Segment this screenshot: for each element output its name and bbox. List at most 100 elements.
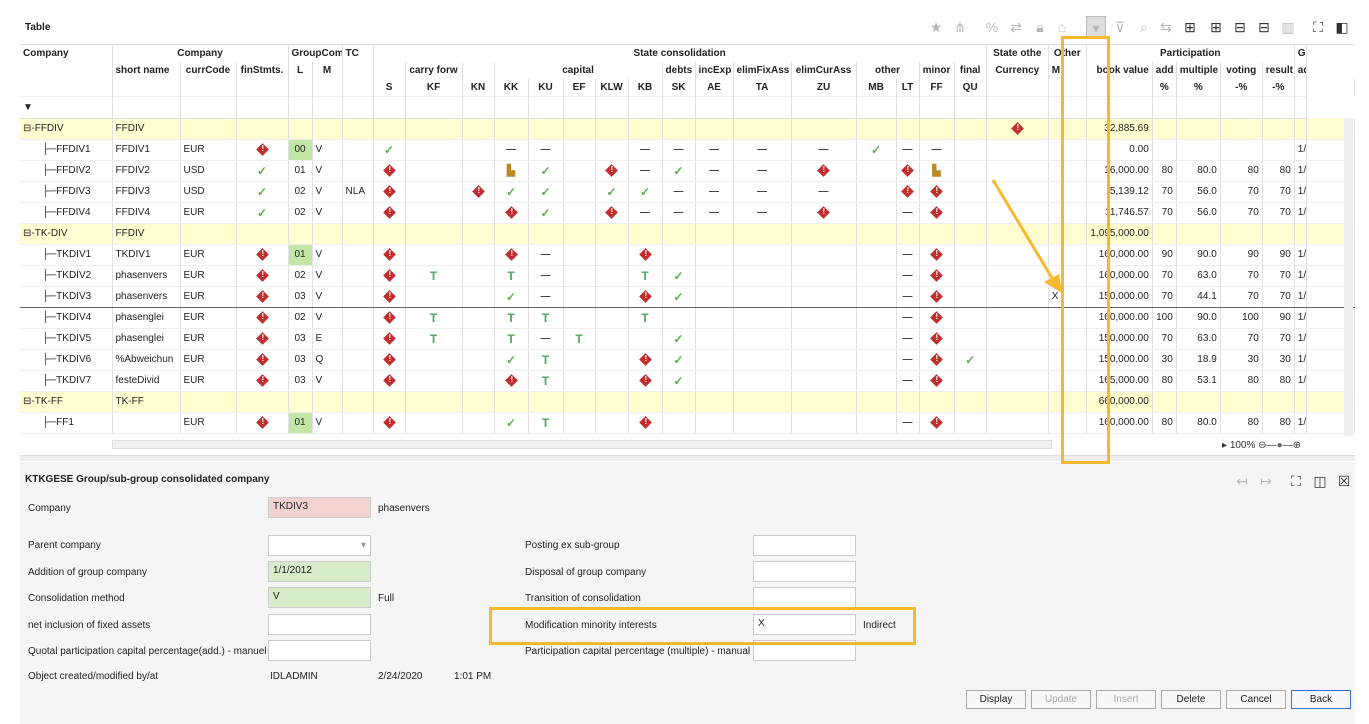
- col-participation[interactable]: Participation: [1086, 45, 1295, 62]
- filter-cell[interactable]: [494, 95, 529, 119]
- filter-cell[interactable]: [236, 95, 289, 119]
- filter-cell[interactable]: [312, 95, 343, 119]
- tree-node[interactable]: ⊟-FFDIV: [20, 118, 113, 140]
- table-row[interactable]: ├─TKDIV1TKDIV1EUR01V——160,000.009090.090…: [20, 244, 1355, 266]
- tree-node[interactable]: ⊟-TK-DIV: [20, 223, 113, 245]
- code-zu[interactable]: ZU: [791, 79, 857, 96]
- expand-icon[interactable]: ⊞: [1206, 16, 1226, 38]
- tree-node[interactable]: ├─TKDIV2: [20, 265, 113, 287]
- panel-toggle-icon[interactable]: ◧: [1332, 16, 1352, 38]
- table-row[interactable]: ├─FFDIV2FFDIV2USD✓01V▙✓—✓——▙16,000.00808…: [20, 160, 1355, 182]
- filter-cell[interactable]: [1176, 95, 1221, 119]
- code-ef[interactable]: EF: [563, 79, 596, 96]
- code-ku[interactable]: KU: [528, 79, 564, 96]
- sub-elimcurass[interactable]: elimCurAss: [791, 62, 857, 79]
- filter-cell[interactable]: [954, 95, 987, 119]
- tree-node[interactable]: ├─FFDIV1: [20, 139, 113, 161]
- col-gr[interactable]: Gr: [1294, 45, 1307, 62]
- table-row[interactable]: ├─TKDIV4phasengleiEUR02VTTTT—160,000.001…: [20, 307, 1355, 329]
- table-row[interactable]: ├─FFDIV4FFDIV4EUR✓02V✓—————11,746.577056…: [20, 202, 1355, 224]
- netinc-field[interactable]: [268, 614, 371, 635]
- filter-cell[interactable]: [896, 95, 920, 119]
- sub-currcode[interactable]: currCode: [180, 62, 237, 79]
- close-icon[interactable]: ☒: [1334, 470, 1354, 492]
- sub-multiple[interactable]: multiple: [1176, 62, 1221, 79]
- sub-minor[interactable]: minor: [919, 62, 955, 79]
- filter-cell[interactable]: [528, 95, 564, 119]
- collapse-tree-icon[interactable]: ⊟: [1254, 16, 1274, 38]
- filter-cell[interactable]: [662, 95, 696, 119]
- filter-cell[interactable]: [563, 95, 596, 119]
- collapse-icon[interactable]: ⊟: [1230, 16, 1250, 38]
- cancel-button[interactable]: Cancel: [1226, 690, 1286, 709]
- code-s[interactable]: S: [373, 79, 406, 96]
- filter-cell[interactable]: [791, 95, 857, 119]
- chart-icon[interactable]: ▥: [1278, 16, 1298, 38]
- sub-final[interactable]: final: [954, 62, 987, 79]
- filter-cell[interactable]: [288, 95, 313, 119]
- search-icon[interactable]: ⌕: [1134, 16, 1154, 38]
- code-ta[interactable]: TA: [733, 79, 792, 96]
- tree-node[interactable]: ├─FFDIV2: [20, 160, 113, 182]
- tree-node[interactable]: ├─TKDIV7: [20, 370, 113, 392]
- sub-add[interactable]: add: [1152, 62, 1177, 79]
- code-kb[interactable]: KB: [628, 79, 663, 96]
- company-field[interactable]: TKDIV3: [268, 497, 371, 518]
- addition-field[interactable]: 1/1/2012: [268, 561, 371, 582]
- posting-field[interactable]: [753, 535, 856, 556]
- sub-incexp[interactable]: incExp: [695, 62, 734, 79]
- quotal-field[interactable]: [268, 640, 371, 661]
- method-field[interactable]: V: [268, 587, 371, 608]
- col-tc[interactable]: TC: [342, 45, 374, 62]
- table-row[interactable]: ├─TKDIV5phasengleiEUR03ETT—T✓—150,000.00…: [20, 328, 1355, 350]
- filter-cell[interactable]: [595, 95, 629, 119]
- table-row[interactable]: ├─FFDIV1FFDIV1EUR00V✓———————✓——0.001/: [20, 139, 1355, 161]
- filter-cell[interactable]: [405, 95, 463, 119]
- filter-cell[interactable]: [733, 95, 792, 119]
- star-icon[interactable]: ★: [926, 16, 946, 38]
- tree-node[interactable]: ├─FFDIV4: [20, 202, 113, 224]
- sub-elimfixass[interactable]: elimFixAss: [733, 62, 792, 79]
- tree-node[interactable]: ⊟-TK-FF: [20, 391, 113, 413]
- maximize-icon[interactable]: ⛶: [1308, 16, 1328, 38]
- filter-clear-icon[interactable]: ⊽: [1110, 16, 1130, 38]
- tree-node[interactable]: ├─FFDIV3: [20, 181, 113, 203]
- filter-cell[interactable]: [112, 95, 181, 119]
- transfer-icon[interactable]: ⇆: [1156, 16, 1176, 38]
- tree-node[interactable]: ├─TKDIV4: [20, 307, 113, 329]
- sub-other[interactable]: other: [856, 62, 920, 79]
- code-lt[interactable]: LT: [896, 79, 920, 96]
- sub-debts[interactable]: debts: [662, 62, 696, 79]
- filter-cell[interactable]: [628, 95, 663, 119]
- parent-select[interactable]: ▾: [268, 535, 371, 556]
- table-row[interactable]: ├─TKDIV2phasenversEUR02VTT—T✓—160,000.00…: [20, 265, 1355, 287]
- code-kn[interactable]: KN: [462, 79, 495, 96]
- update-button[interactable]: Update: [1031, 690, 1091, 709]
- tree-node[interactable]: ├─TKDIV3: [20, 285, 113, 308]
- prev-icon[interactable]: ↤: [1232, 470, 1252, 492]
- filter-cell[interactable]: [986, 95, 1049, 119]
- code-kk[interactable]: KK: [494, 79, 529, 96]
- filter-cell[interactable]: [342, 95, 374, 119]
- table-row[interactable]: ├─FF1EUR01V✓T—160,000.008080.080801/: [20, 412, 1355, 434]
- table-row[interactable]: ├─TKDIV6%AbweichunEUR03Q✓T✓—✓150,000.003…: [20, 349, 1355, 371]
- filter-cell[interactable]: [1262, 95, 1295, 119]
- sub-l[interactable]: L: [288, 62, 313, 79]
- code-ff[interactable]: FF: [919, 79, 955, 96]
- code-ae[interactable]: AE: [695, 79, 734, 96]
- col-groupcomp[interactable]: GroupComp: [288, 45, 343, 62]
- sub-carry-forward[interactable]: carry forw: [405, 62, 463, 79]
- group-row[interactable]: ⊟-TK-FF TK-FF 660,000.00: [20, 391, 1355, 413]
- group-row[interactable]: ⊟-FFDIVFFDIV32,885.69: [20, 118, 1355, 140]
- sub-finstmts[interactable]: finStmts.: [236, 62, 289, 79]
- disposal-field[interactable]: [753, 561, 856, 582]
- horizontal-scrollbar[interactable]: [112, 440, 1052, 449]
- code-mb[interactable]: MB: [856, 79, 897, 96]
- sub-voting[interactable]: voting: [1220, 62, 1263, 79]
- delete-button[interactable]: Delete: [1161, 690, 1221, 709]
- col-company-group[interactable]: Company: [112, 45, 289, 62]
- table-row[interactable]: ├─TKDIV7festeDividEUR03VT✓—165,000.00805…: [20, 370, 1355, 392]
- refresh-icon[interactable]: ⇄: [1006, 16, 1026, 38]
- sub-currency[interactable]: Currency: [986, 62, 1049, 79]
- sub-result[interactable]: result: [1262, 62, 1295, 79]
